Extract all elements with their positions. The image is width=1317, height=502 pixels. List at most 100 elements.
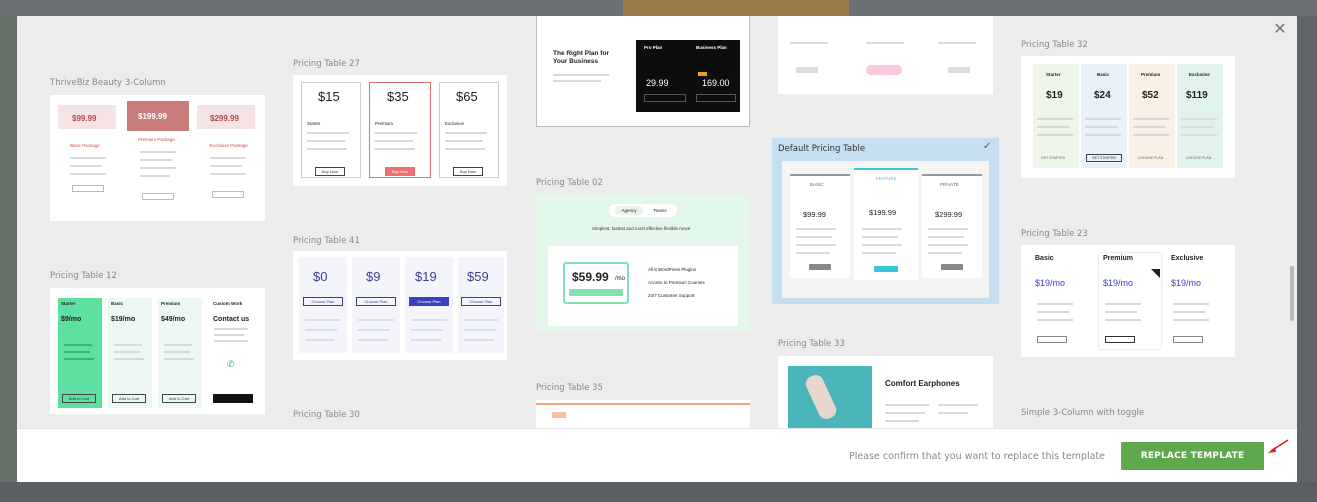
plan-label: Basic bbox=[1097, 72, 1110, 77]
template-label: Default Pricing Table bbox=[778, 144, 866, 154]
plan-label: Premium bbox=[1103, 255, 1133, 262]
template-card-32[interactable]: Starter Basic Premium Exclusive $19 $24 … bbox=[1021, 56, 1235, 178]
selected-check-icon: ✓ bbox=[983, 141, 992, 152]
price-label: $59.99 bbox=[572, 270, 609, 284]
add-to-cart-button: Add to Cart bbox=[112, 394, 146, 403]
price-label: $35 bbox=[387, 89, 409, 104]
template-card-23[interactable]: Basic Premium Exclusive $19/mo $19/mo $1… bbox=[1021, 245, 1235, 357]
plan-label: Exclusive bbox=[445, 121, 465, 126]
template-card-27[interactable]: $15 $35 $65 Starter Premium Exclusive Bu… bbox=[293, 75, 507, 186]
price-label: $49/mo bbox=[161, 316, 186, 323]
contact-button bbox=[213, 394, 253, 403]
choose-plan-button: CHOOSE PLAN bbox=[1186, 156, 1212, 160]
template-card-02[interactable]: Agency Teams Simplest, fastest and most … bbox=[536, 194, 750, 332]
template-card-33[interactable]: Comfort Earphones bbox=[778, 356, 993, 428]
price-label: $9/mo bbox=[61, 316, 82, 323]
price-label: $99.99 bbox=[803, 210, 826, 219]
plan-label: Starter bbox=[61, 301, 76, 306]
price-label: $52 bbox=[1142, 90, 1159, 101]
feature-label: Access to Premium Courses bbox=[648, 280, 705, 285]
plan-label: BASIC bbox=[810, 182, 824, 187]
background-sidebar bbox=[0, 16, 17, 482]
choose-plan-button: Choose Plan bbox=[409, 297, 449, 306]
plan-label: Premium Package bbox=[138, 137, 175, 142]
plan-label: Premium bbox=[375, 121, 394, 126]
price-unit: /mo bbox=[615, 276, 626, 282]
choose-plan-button: Choose Plan bbox=[303, 297, 343, 306]
product-title: Comfort Earphones bbox=[885, 379, 960, 388]
tab-agency: Agency bbox=[615, 206, 643, 215]
choose-plan-button: Choose Plan bbox=[356, 297, 396, 306]
template-label: Pricing Table 12 bbox=[50, 271, 117, 281]
price-label: $119 bbox=[1186, 90, 1208, 101]
template-picker-modal: ✕ ThriveBiz Beauty 3-Column $99.99 $199.… bbox=[17, 16, 1297, 482]
plan-label: FEATURE bbox=[876, 176, 897, 181]
template-label: Pricing Table 41 bbox=[293, 236, 360, 246]
plan-label: Business Plan bbox=[696, 45, 727, 50]
plan-label: Premium bbox=[1141, 72, 1161, 77]
subtitle-text: Simplest, fastest and most effective fle… bbox=[592, 226, 691, 231]
price-label: $299.99 bbox=[935, 210, 963, 219]
template-label: ThriveBiz Beauty 3-Column bbox=[50, 78, 166, 88]
price-label: $24 bbox=[1094, 90, 1111, 101]
template-label: Pricing Table 32 bbox=[1021, 40, 1088, 50]
price-label: $59 bbox=[467, 269, 489, 284]
red-arrow-icon bbox=[1268, 439, 1289, 453]
template-card-default-selected[interactable]: Default Pricing Table ✓ BASIC FEATURE PR… bbox=[772, 138, 999, 304]
template-card-41[interactable]: $0 $9 $19 $59 Choose Plan Choose Plan Ch… bbox=[293, 251, 507, 360]
plan-label: Pro Plan bbox=[644, 45, 663, 50]
template-grid: ThriveBiz Beauty 3-Column $99.99 $199.99… bbox=[17, 16, 1297, 428]
price-label: $65 bbox=[456, 89, 478, 104]
plan-label: Basic Package bbox=[70, 143, 100, 148]
plan-label: Exclusive bbox=[1189, 72, 1210, 77]
scrollbar-thumb[interactable] bbox=[1290, 266, 1294, 321]
get-started-button: GET STARTED bbox=[1041, 156, 1066, 160]
background-footer bbox=[0, 482, 1317, 502]
choose-plan-button: CHOOSE PLAN bbox=[1138, 156, 1164, 160]
price-label: 169.00 bbox=[702, 78, 730, 88]
price-label: $15 bbox=[318, 89, 340, 104]
buy-now-button: Buy Now bbox=[453, 167, 483, 176]
plan-label: PRIVATE bbox=[940, 182, 959, 187]
price-label: $19/mo bbox=[1171, 278, 1202, 288]
price-label: $19 bbox=[1046, 90, 1063, 101]
price-label: $99.99 bbox=[72, 114, 97, 123]
template-card-12[interactable]: Starter Basic Premium Custom Work $9/mo … bbox=[50, 288, 265, 414]
template-label: Simple 3-Column with toggle bbox=[1021, 408, 1145, 418]
price-label: $199.99 bbox=[138, 112, 167, 121]
tab-teams: Teams bbox=[653, 208, 667, 213]
template-card-simple-3[interactable] bbox=[778, 16, 993, 94]
plan-label: Starter bbox=[1046, 72, 1061, 77]
modal-footer: Please confirm that you want to replace … bbox=[17, 428, 1297, 482]
replace-template-button[interactable]: REPLACE TEMPLATE bbox=[1121, 442, 1264, 470]
plan-label: Starter bbox=[307, 121, 321, 126]
buy-now-button: Buy Now bbox=[385, 167, 415, 176]
price-label: $19/mo bbox=[111, 316, 136, 323]
plan-label: Custom Work bbox=[213, 301, 243, 306]
background-right-edge bbox=[1297, 16, 1317, 482]
contact-heading: Contact us bbox=[213, 316, 250, 323]
feature-label: All 8 WordPress Plugins bbox=[648, 267, 697, 272]
price-label: 29.99 bbox=[646, 78, 669, 88]
plan-label: Basic bbox=[1035, 255, 1054, 262]
price-label: $19/mo bbox=[1035, 278, 1066, 288]
price-label: $0 bbox=[313, 269, 328, 284]
template-label: Pricing Table 23 bbox=[1021, 229, 1088, 239]
buy-now-button: Buy Now bbox=[315, 167, 345, 176]
price-label: $299.99 bbox=[210, 114, 239, 123]
get-started-button: GET STARTED bbox=[1086, 154, 1122, 162]
plan-label: Basic bbox=[111, 301, 124, 306]
add-to-cart-button: Add to Cart bbox=[62, 394, 96, 403]
template-card-35[interactable] bbox=[536, 400, 750, 428]
price-label: $9 bbox=[366, 269, 381, 284]
price-label: $199.99 bbox=[869, 208, 897, 217]
template-label: Pricing Table 33 bbox=[778, 339, 845, 349]
add-to-cart-button: Add to Cart bbox=[162, 394, 196, 403]
template-label: Pricing Table 02 bbox=[536, 178, 603, 188]
choose-plan-button: Choose Plan bbox=[461, 297, 501, 306]
template-card-right-plan[interactable]: The Right Plan for Your Business Pro Pla… bbox=[536, 16, 750, 127]
template-label: Pricing Table 30 bbox=[293, 410, 360, 420]
template-card-beauty[interactable]: $99.99 $199.99 $299.99 Basic Package Pre… bbox=[50, 95, 265, 221]
feature-label: 24/7 Customer Support bbox=[648, 293, 695, 298]
background-tab bbox=[623, 0, 849, 16]
